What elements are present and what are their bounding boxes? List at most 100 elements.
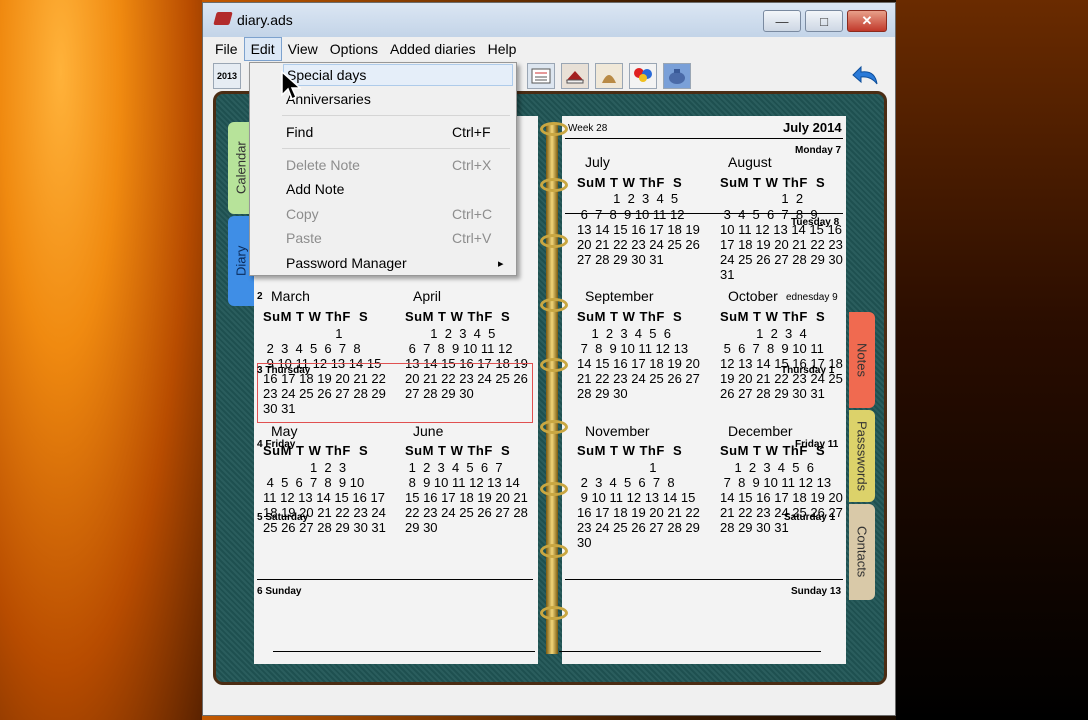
binder-ring [540,178,568,192]
book-icon[interactable] [561,63,589,89]
title-bar[interactable]: diary.ads ― □ ✕ [203,3,895,37]
month-december: December [728,423,793,439]
august-row[interactable]: 31 [720,267,734,282]
june-row[interactable]: 29 30 [405,520,438,535]
app-icon [213,12,233,25]
year-2013-button[interactable]: 2013 [213,63,241,89]
april-row[interactable]: 1 2 3 4 5 [405,326,495,341]
menu-item-find[interactable]: Find Ctrl+F [286,121,510,143]
march-row[interactable]: 2 3 4 5 6 7 8 [263,341,361,356]
menu-view[interactable]: View [282,38,324,60]
june-row[interactable]: 1 2 3 4 5 6 7 [405,460,503,475]
menu-item-paste[interactable]: Paste Ctrl+V [286,227,510,249]
minimize-button[interactable]: ― [763,10,801,32]
july-row[interactable]: 1 2 3 4 5 [577,191,678,206]
august-row[interactable]: 17 18 19 20 21 22 23 [720,237,843,252]
october-row[interactable]: 1 2 3 4 [720,326,807,341]
menu-item-copy[interactable]: Copy Ctrl+C [286,203,510,225]
november-row[interactable]: 2 3 4 5 6 7 8 [577,475,675,490]
may-row[interactable]: 4 5 6 7 8 9 10 [263,475,365,490]
month-april: April [413,288,442,304]
august-row[interactable]: 1 2 [720,191,803,206]
menu-item-label: Paste [286,230,322,246]
day-sunday-left: 6 Sunday [257,586,302,597]
menu-item-special-days[interactable]: Special days [283,64,513,86]
pot-icon[interactable] [663,63,691,89]
day-thursday-right: Thursday 1 [781,365,835,376]
month-september: September [585,288,654,304]
month-march: March [271,288,310,304]
august-row[interactable]: 24 25 26 27 28 29 30 [720,252,843,267]
march-row[interactable]: 1 [263,326,342,341]
page-bottom-rule-left [273,651,535,652]
back-arrow-icon[interactable] [851,63,879,89]
december-header: SuM T W ThF S [720,443,826,458]
binder-ring [540,420,568,434]
month-july: July [585,154,610,170]
december-row[interactable]: 14 15 16 17 18 19 20 [720,490,843,505]
month-august: August [728,154,772,170]
month-may: May [271,423,298,439]
menu-item-shortcut: Ctrl+V [452,230,492,246]
tab-contacts[interactable]: Contacts [849,504,875,600]
november-row[interactable]: 16 17 18 19 20 21 22 [577,505,700,520]
month-november: November [585,423,650,439]
menu-item-delete-note[interactable]: Delete Note Ctrl+X [286,154,510,176]
menu-item-add-note[interactable]: Add Note [286,178,510,200]
menu-item-password-manager[interactable]: Password Manager ▸ [286,252,510,274]
menu-help[interactable]: Help [482,38,523,60]
july-row[interactable]: 13 14 15 16 17 18 19 [577,222,700,237]
menu-item-label: Delete Note [286,157,360,173]
september-row[interactable]: 7 8 9 10 11 12 13 [577,341,688,356]
october-row[interactable]: 26 27 28 29 30 31 [720,386,825,401]
april-row[interactable]: 6 7 8 9 10 11 12 [405,341,513,356]
desktop-background-right [896,0,1088,720]
binder-ring [540,234,568,248]
november-row[interactable]: 1 [577,460,656,475]
september-row[interactable]: 14 15 16 17 18 19 20 [577,356,700,371]
may-row[interactable]: 11 12 13 14 15 16 17 [263,490,385,505]
december-row[interactable]: 1 2 3 4 5 6 [720,460,814,475]
binder-ring [540,482,568,496]
december-row[interactable]: 7 8 9 10 11 12 13 [720,475,831,490]
june-row[interactable]: 22 23 24 25 26 27 28 [405,505,528,520]
july-row[interactable]: 6 7 8 9 10 11 12 [577,207,685,222]
june-row[interactable]: 8 9 10 11 12 13 14 [405,475,520,490]
mouse-cursor-icon [281,71,301,101]
day-saturday-left: 5 Saturday [257,512,309,523]
menu-added-diaries[interactable]: Added diaries [384,38,482,60]
september-row[interactable]: 1 2 3 4 5 6 [577,326,671,341]
binder-ring [540,122,568,136]
tab-passwords[interactable]: Passswords [849,410,875,502]
june-row[interactable]: 15 16 17 18 19 20 21 [405,490,528,505]
november-row[interactable]: 30 [577,535,591,550]
menu-item-anniversaries[interactable]: Anniversaries [286,88,510,110]
month-october: October [728,288,778,304]
may-row[interactable]: 1 2 3 [263,460,346,475]
july-row[interactable]: 20 21 22 23 24 25 26 [577,237,700,252]
list-view-icon[interactable] [527,63,555,89]
october-row[interactable]: 5 6 7 8 9 10 11 [720,341,824,356]
bookmark-icon[interactable] [595,63,623,89]
july-header: SuM T W ThF S [577,175,683,190]
close-button[interactable]: ✕ [847,10,887,32]
november-row[interactable]: 23 24 25 26 27 28 29 [577,520,700,535]
sunday-rule-left [257,579,533,580]
tab-notes[interactable]: Notes [849,312,875,408]
day-tuesday: Tuesday 8 [791,217,840,228]
august-header: SuM T W ThF S [720,175,826,190]
menu-options[interactable]: Options [324,38,384,60]
menu-bar: File Edit View Options Added diaries Hel… [209,37,889,61]
september-row[interactable]: 21 22 23 24 25 26 27 [577,371,700,386]
december-row[interactable]: 28 29 30 31 [720,520,789,535]
day-saturday-right: Saturday 1 [784,512,836,523]
menu-item-label: Password Manager [286,255,407,271]
november-row[interactable]: 9 10 11 12 13 14 15 [577,490,696,505]
menu-edit[interactable]: Edit [243,37,282,61]
july-row[interactable]: 27 28 29 30 31 [577,252,664,267]
maximize-button[interactable]: □ [805,10,843,32]
menu-item-label: Find [286,124,314,140]
balloons-icon[interactable] [629,63,657,89]
menu-file[interactable]: File [209,38,244,60]
september-row[interactable]: 28 29 30 [577,386,628,401]
